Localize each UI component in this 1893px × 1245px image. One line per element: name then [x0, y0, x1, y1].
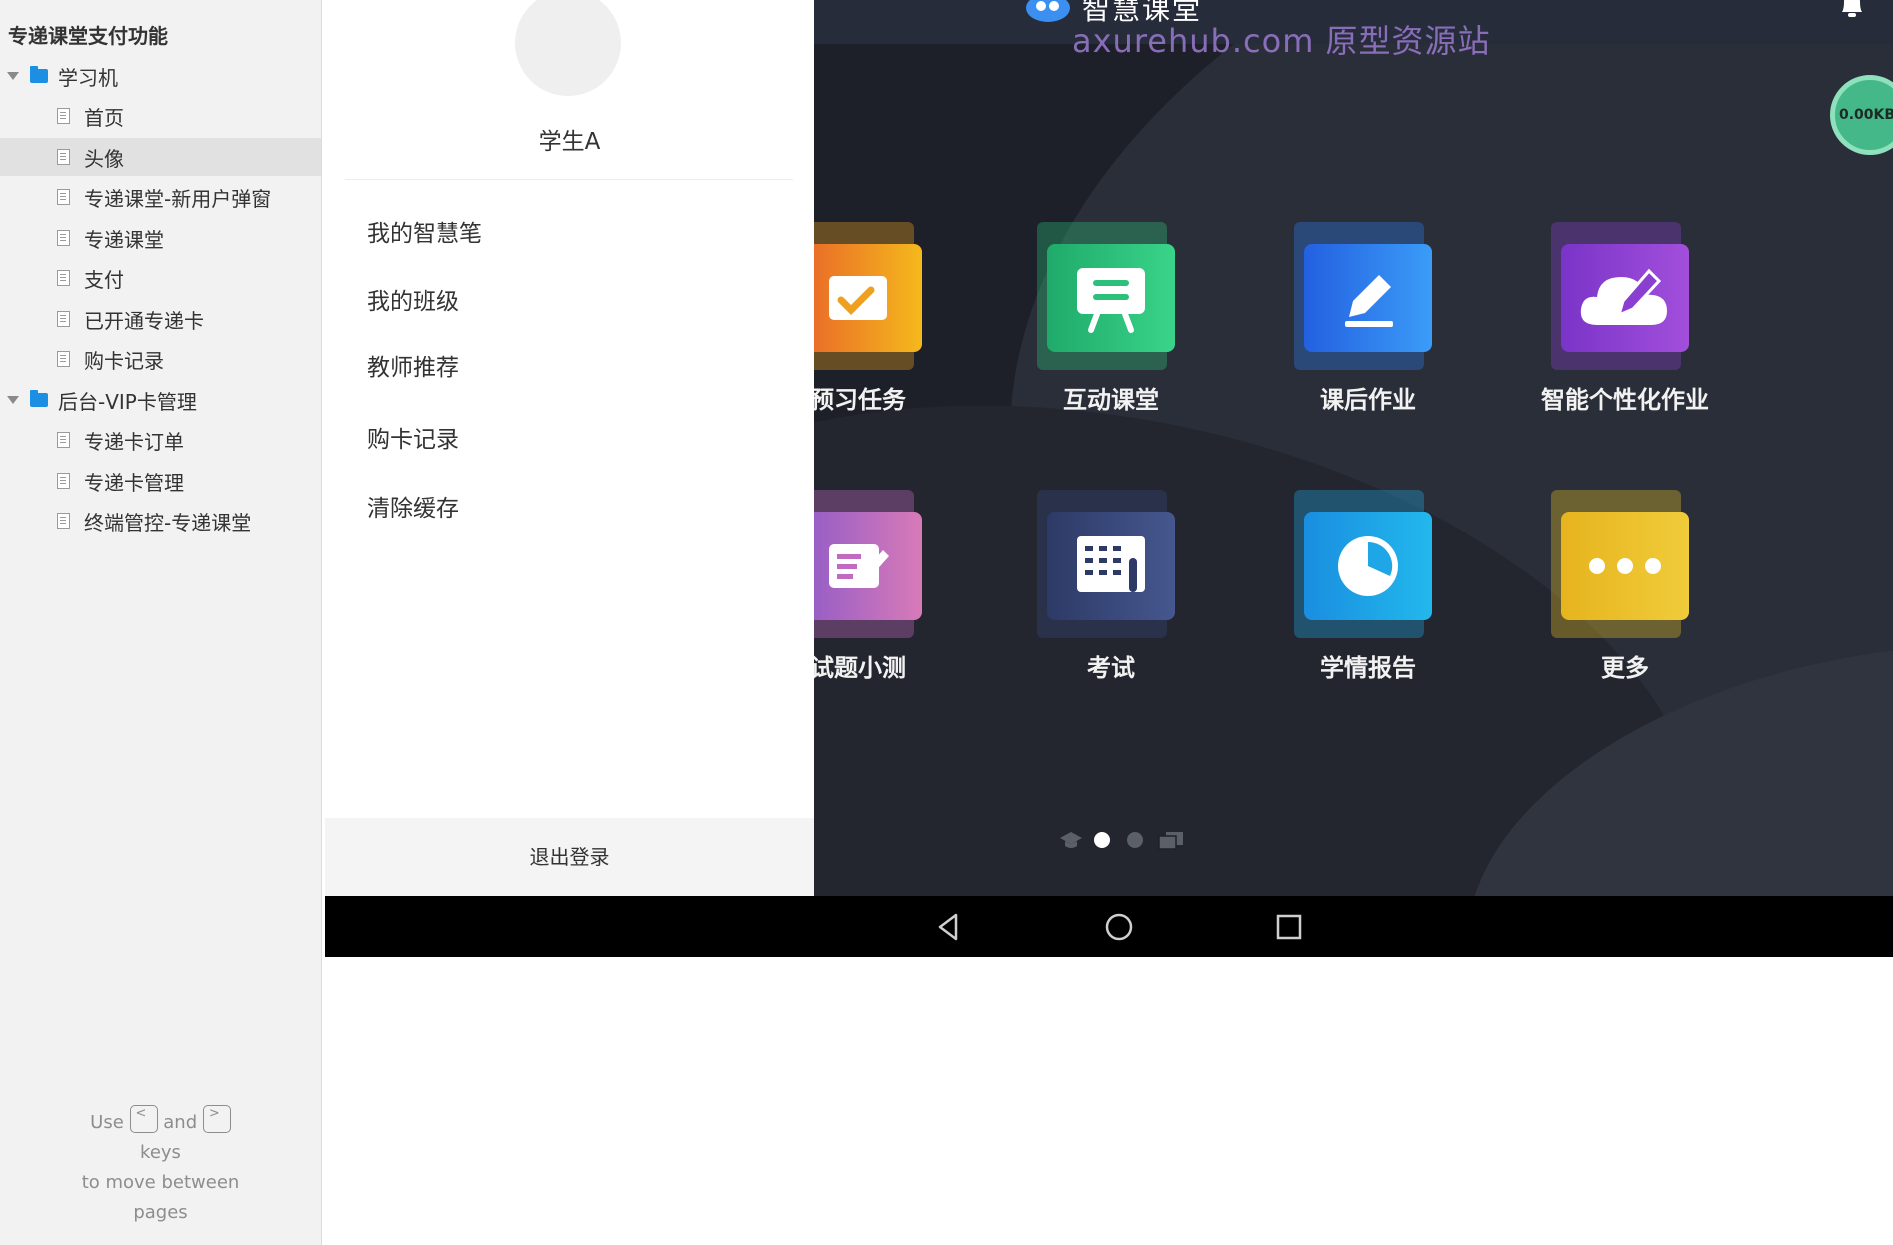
tile-label: 试题小测 — [814, 654, 906, 682]
owl-logo-icon — [1026, 0, 1070, 22]
tile-label: 考试 — [1087, 654, 1135, 682]
expand-arrow-icon[interactable] — [7, 72, 19, 80]
tile-interactive-class[interactable]: 互动课堂 — [1007, 222, 1207, 422]
tile-more[interactable]: 更多 — [1521, 490, 1721, 690]
divider — [345, 179, 793, 180]
page-item-activated-card[interactable]: 已开通专递卡 — [0, 300, 321, 338]
pie-chart-icon — [1304, 512, 1432, 620]
folder-label: 学习机 — [58, 65, 118, 90]
menu-item-my-class[interactable]: 我的班级 — [367, 282, 459, 316]
android-nav-bar — [325, 896, 1893, 957]
page-label: 专递卡订单 — [84, 429, 184, 454]
cloud-pen-icon — [1561, 244, 1689, 352]
page-icon — [57, 473, 70, 489]
keyboard-nav-hint: Use < and > keys to move between pages — [0, 1105, 321, 1228]
tile-label: 更多 — [1601, 654, 1649, 682]
page-icon — [57, 270, 70, 286]
page-label: 首页 — [84, 105, 124, 130]
page-label: 支付 — [84, 267, 124, 292]
page-label: 头像 — [84, 146, 124, 171]
tile-preview-task[interactable]: 预习任务 — [814, 222, 954, 422]
folder-icon — [30, 390, 48, 407]
page-icon — [57, 513, 70, 529]
tile-homework[interactable]: 课后作业 — [1264, 222, 1464, 422]
hint-keys: keys — [140, 1142, 181, 1163]
logout-button[interactable]: 退出登录 — [325, 818, 814, 896]
page-icon — [57, 149, 70, 165]
page-label: 专递课堂 — [84, 227, 164, 252]
board-icon — [1047, 244, 1175, 352]
page-dot[interactable] — [1127, 832, 1143, 848]
gallery-icon[interactable] — [1158, 830, 1184, 850]
tile-label: 互动课堂 — [1063, 386, 1159, 414]
page-item-terminal-control[interactable]: 终端管控-专递课堂 — [0, 502, 321, 540]
menu-item-purchase-records[interactable]: 购卡记录 — [367, 420, 459, 454]
edit-list-icon — [814, 512, 922, 620]
hint-move: to move between — [81, 1172, 240, 1193]
watermark: axurehub.com 原型资源站 — [1072, 22, 1491, 60]
student-name: 学生A — [538, 129, 601, 155]
page-dot-active[interactable] — [1094, 832, 1110, 848]
smart-classroom-home: 智慧课堂 0.00KB/ 预习任务 互动课堂 — [814, 0, 1893, 896]
tile-label: 智能个性化作业 — [1541, 386, 1709, 414]
more-dots-icon — [1561, 512, 1689, 620]
avatar[interactable] — [515, 0, 621, 96]
page-label: 已开通专递卡 — [84, 308, 204, 333]
page-item-card-orders[interactable]: 专递卡订单 — [0, 421, 321, 459]
right-key-icon: > — [202, 1105, 231, 1133]
tile-label: 学情报告 — [1320, 654, 1416, 682]
recents-icon[interactable] — [1272, 910, 1306, 944]
menu-item-smart-pen[interactable]: 我的智慧笔 — [367, 214, 482, 248]
graduation-cap-icon[interactable] — [1059, 830, 1083, 850]
page-icon — [57, 311, 70, 327]
page-label: 终端管控-专递课堂 — [84, 510, 252, 535]
folder-label: 后台-VIP卡管理 — [58, 389, 197, 414]
back-icon[interactable] — [932, 910, 966, 944]
page-item-new-user-popup[interactable]: 专递课堂-新用户弹窗 — [0, 178, 321, 216]
page-item-purchase-records[interactable]: 购卡记录 — [0, 340, 321, 378]
page-icon — [57, 230, 70, 246]
profile-drawer: 学生A 我的智慧笔 我的班级 教师推荐 购卡记录 清除缓存 退出登录 — [325, 0, 814, 896]
bell-icon[interactable] — [1838, 0, 1866, 20]
calculator-icon — [1047, 512, 1175, 620]
hint-use: Use — [90, 1112, 124, 1133]
project-title: 专递课堂支付功能 — [8, 24, 168, 48]
device-screen: 学生A 我的智慧笔 我的班级 教师推荐 购卡记录 清除缓存 退出登录 智慧课堂 … — [325, 0, 1893, 957]
folder-learning-device[interactable]: 学习机 — [0, 57, 321, 95]
page-indicator — [814, 828, 1893, 852]
page-item-home[interactable]: 首页 — [0, 97, 321, 135]
page-label: 专递卡管理 — [84, 470, 184, 495]
tile-quiz[interactable]: 试题小测 — [814, 490, 954, 690]
tile-label: 课后作业 — [1320, 386, 1416, 414]
home-icon[interactable] — [1102, 910, 1136, 944]
folder-backend-vip[interactable]: 后台-VIP卡管理 — [0, 381, 321, 419]
page-label: 购卡记录 — [84, 348, 164, 373]
hint-pages: pages — [133, 1202, 188, 1223]
sitemap-panel: 专递课堂支付功能 学习机 首页 头像 专递课堂-新用户弹窗 专递课堂 支付 已开… — [0, 0, 322, 1245]
pen-icon — [1304, 244, 1432, 352]
expand-arrow-icon[interactable] — [7, 396, 19, 404]
page-item-classroom[interactable]: 专递课堂 — [0, 219, 321, 257]
hint-and: and — [163, 1112, 198, 1133]
page-label: 专递课堂-新用户弹窗 — [84, 186, 272, 211]
tile-learning-report[interactable]: 学情报告 — [1264, 490, 1464, 690]
page-icon — [57, 432, 70, 448]
page-item-card-management[interactable]: 专递卡管理 — [0, 462, 321, 500]
page-item-payment[interactable]: 支付 — [0, 259, 321, 297]
page-icon — [57, 189, 70, 205]
page-icon — [57, 108, 70, 124]
tile-exam[interactable]: 考试 — [1007, 490, 1207, 690]
page-icon — [57, 351, 70, 367]
page-item-avatar[interactable]: 头像 — [0, 138, 321, 176]
menu-item-teacher-recommend[interactable]: 教师推荐 — [367, 348, 459, 382]
tile-smart-homework[interactable]: 智能个性化作业 — [1521, 222, 1721, 422]
check-icon — [814, 244, 922, 352]
folder-icon — [30, 66, 48, 83]
menu-item-clear-cache[interactable]: 清除缓存 — [367, 489, 459, 523]
tile-label: 预习任务 — [814, 386, 906, 414]
left-key-icon: < — [129, 1105, 158, 1133]
